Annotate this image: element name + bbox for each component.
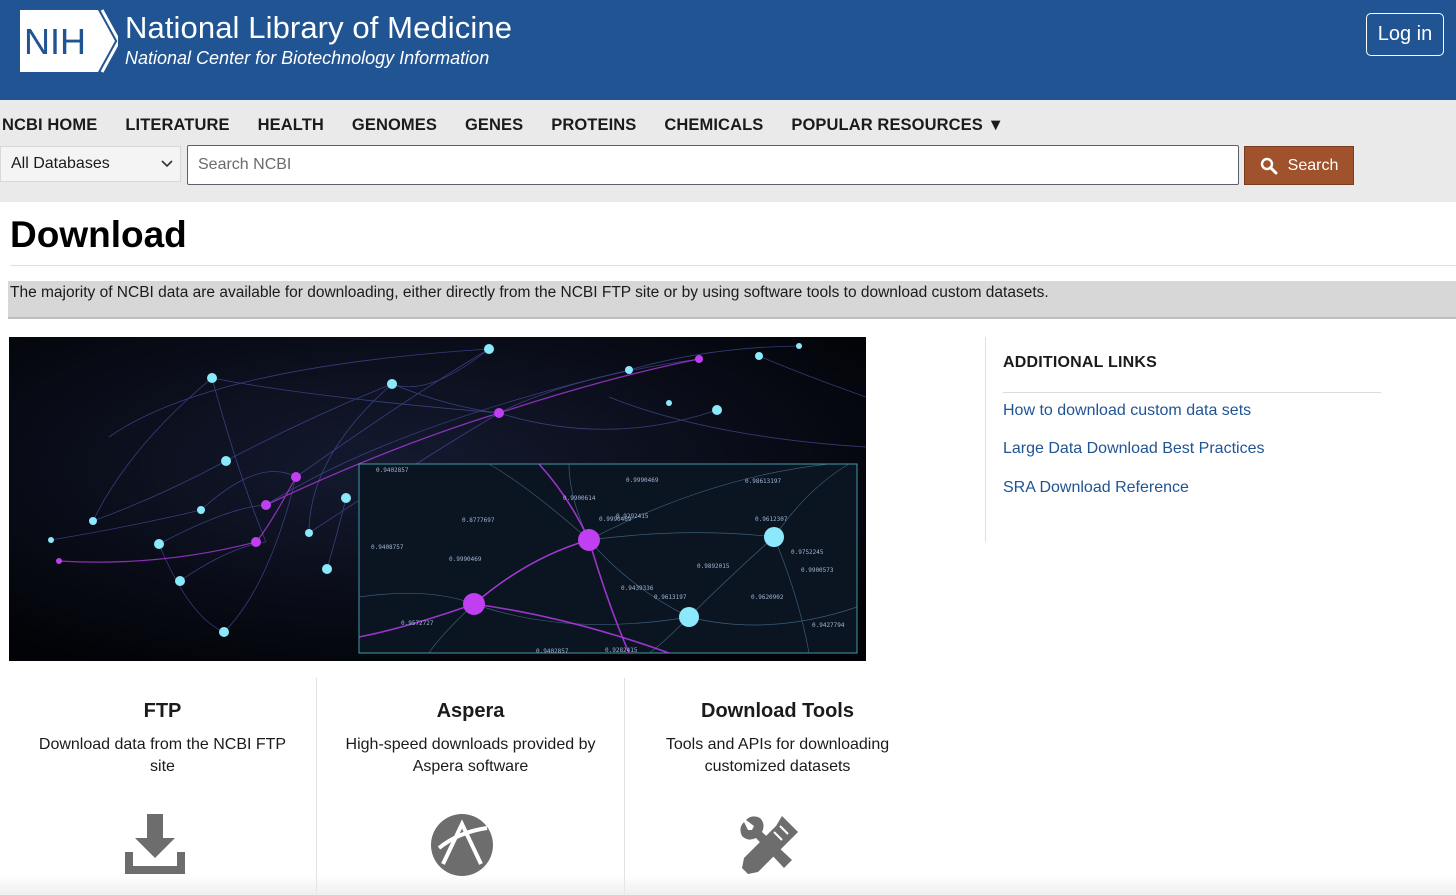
search-placeholder: Search NCBI	[198, 156, 292, 173]
download-icon[interactable]	[123, 812, 187, 876]
card-description: Tools and APIs for downloading customize…	[665, 736, 890, 775]
svg-text:0.9427794: 0.9427794	[812, 622, 845, 629]
tools-icon[interactable]	[736, 812, 802, 878]
svg-text:0.9990469: 0.9990469	[626, 477, 659, 484]
nav-menu: NCBI HOME LITERATURE HEALTH GENOMES GENE…	[2, 116, 1032, 135]
card-download-tools[interactable]: Download Tools Tools and APIs for downlo…	[624, 678, 931, 895]
svg-text:0.9892015: 0.9892015	[697, 563, 730, 570]
svg-text:0.9900614: 0.9900614	[563, 495, 596, 502]
svg-text:0.9752245: 0.9752245	[791, 549, 824, 556]
page-title: Download	[10, 214, 187, 255]
site-header: NIH National Library of Medicine Nationa…	[0, 0, 1456, 100]
intro-banner: The majority of NCBI data are available …	[8, 281, 1456, 319]
svg-text:0.9612307: 0.9612307	[755, 516, 788, 523]
brand-title[interactable]: National Library of Medicine	[125, 10, 512, 46]
additional-links-heading: ADDITIONAL LINKS	[1003, 354, 1158, 371]
card-aspera[interactable]: Aspera High-speed downloads provided by …	[317, 678, 624, 895]
link-large-data-best-practices[interactable]: Large Data Download Best Practices	[1003, 440, 1264, 458]
card-description: Download data from the NCBI FTP site	[38, 736, 287, 775]
sidebar-divider	[985, 337, 986, 542]
database-select-value: All Databases	[11, 155, 110, 172]
card-title[interactable]: FTP	[9, 700, 316, 723]
card-title[interactable]: Aspera	[317, 700, 624, 723]
svg-text:0.9402857: 0.9402857	[536, 648, 569, 655]
nih-logo-text: NIH	[24, 21, 86, 62]
card-description: High-speed downloads provided by Aspera …	[345, 736, 596, 775]
nav-chemicals[interactable]: CHEMICALS	[664, 116, 763, 135]
search-icon	[1260, 157, 1278, 174]
svg-text:0.9990469: 0.9990469	[449, 556, 482, 563]
nav-literature[interactable]: LITERATURE	[125, 116, 229, 135]
nih-logo[interactable]: NIH	[18, 8, 118, 74]
aspera-icon[interactable]	[429, 812, 495, 878]
additional-links-divider	[1003, 392, 1381, 393]
nav-health[interactable]: HEALTH	[258, 116, 324, 135]
svg-text:0.9620902: 0.9620902	[751, 594, 784, 601]
login-button[interactable]: Log in	[1366, 13, 1444, 56]
nav-proteins[interactable]: PROTEINS	[551, 116, 636, 135]
brand-subtitle: National Center for Biotechnology Inform…	[125, 48, 490, 68]
svg-text:0.9613197: 0.9613197	[654, 594, 687, 601]
card-ftp[interactable]: FTP Download data from the NCBI FTP site	[9, 678, 316, 895]
title-divider	[10, 265, 1456, 266]
nav-genomes[interactable]: GENOMES	[352, 116, 437, 135]
svg-text:0.8777697: 0.8777697	[462, 517, 495, 524]
svg-text:0.9900573: 0.9900573	[801, 567, 834, 574]
nav-popular-resources[interactable]: POPULAR RESOURCES ▼	[791, 116, 1004, 135]
database-select[interactable]: All Databases	[0, 146, 181, 182]
intro-text: The majority of NCBI data are available …	[10, 284, 1049, 301]
search-input[interactable]: Search NCBI	[187, 145, 1239, 185]
svg-text:0.9572727: 0.9572727	[401, 620, 434, 627]
svg-text:0.98613197: 0.98613197	[745, 478, 782, 485]
bottom-fade	[0, 875, 1456, 895]
search-button-label: Search	[1287, 156, 1339, 174]
svg-text:0.9282415: 0.9282415	[605, 647, 638, 654]
link-download-custom-data-sets[interactable]: How to download custom data sets	[1003, 402, 1251, 420]
network-graph-image: 0.9402857 0.98613197 0.9612307 0.9990469…	[9, 337, 866, 661]
svg-text:0.9439336: 0.9439336	[621, 585, 654, 592]
search-button[interactable]: Search	[1244, 146, 1354, 185]
svg-text:0.9292415: 0.9292415	[616, 513, 649, 520]
network-graph-svg: 0.9402857 0.98613197 0.9612307 0.9990469…	[9, 337, 866, 661]
card-title[interactable]: Download Tools	[624, 700, 931, 723]
svg-text:0.9402857: 0.9402857	[376, 467, 409, 474]
navbar: NCBI HOME LITERATURE HEALTH GENOMES GENE…	[0, 100, 1456, 202]
nav-genes[interactable]: GENES	[465, 116, 523, 135]
link-sra-download-reference[interactable]: SRA Download Reference	[1003, 479, 1189, 497]
chevron-down-icon	[161, 160, 173, 168]
svg-text:0.9408757: 0.9408757	[371, 544, 404, 551]
nav-ncbi-home[interactable]: NCBI HOME	[2, 116, 97, 135]
